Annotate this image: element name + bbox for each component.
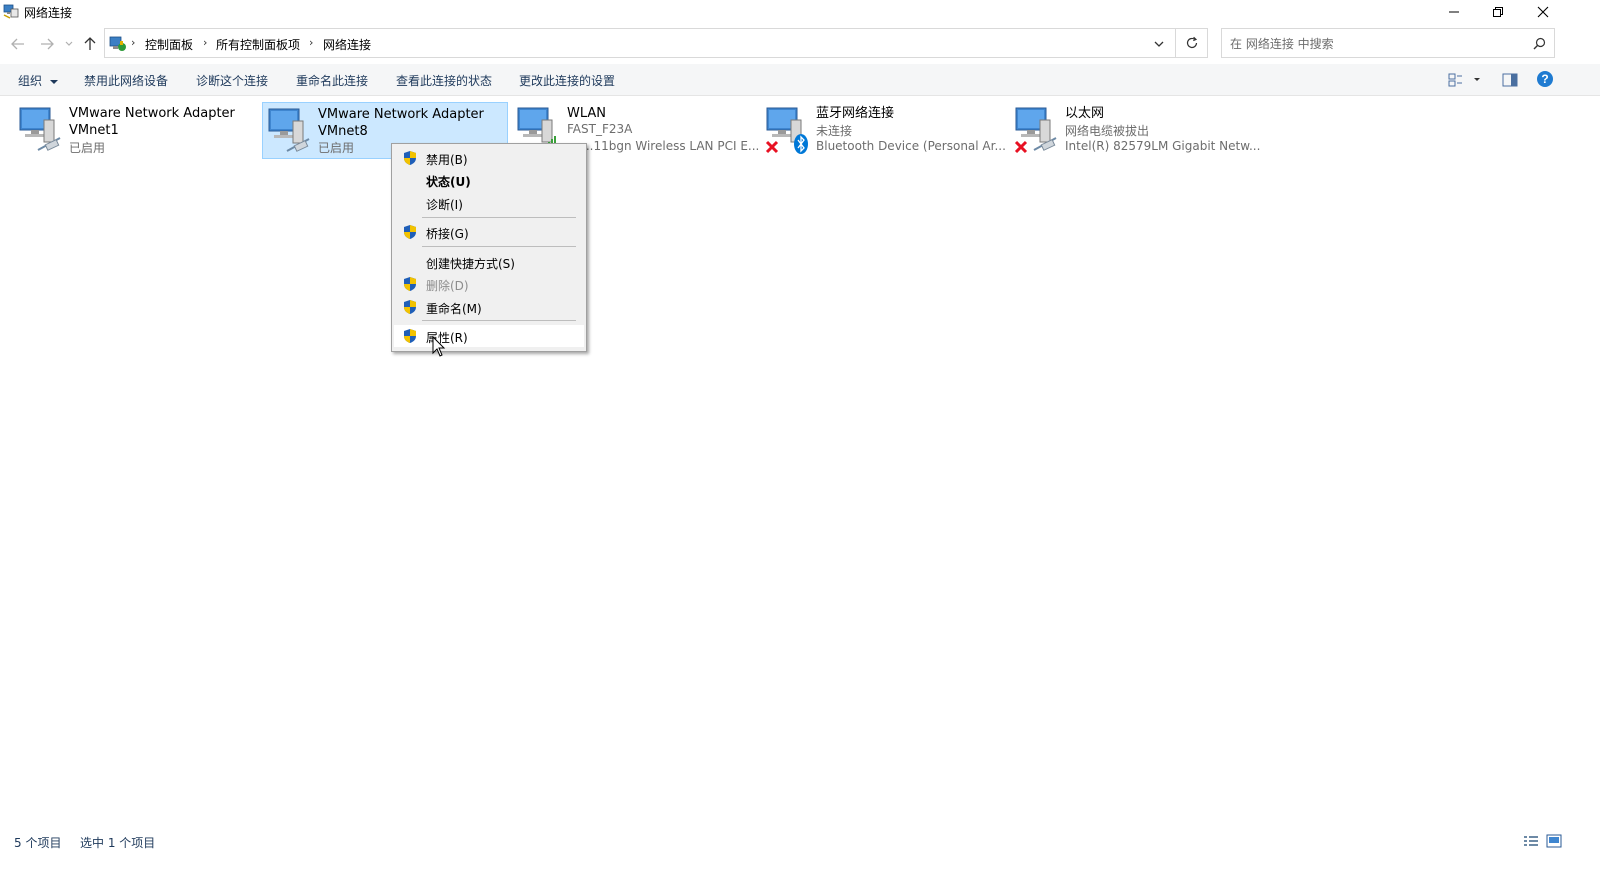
uac-shield-icon (404, 329, 416, 343)
breadcrumb-network-connections[interactable]: 网络连接 (323, 36, 371, 53)
menu-separator (422, 320, 576, 321)
network-adapter-icon (19, 107, 61, 151)
ethernet-adapter-icon (1014, 107, 1057, 154)
menu-item-label: 创建快捷方式(S) (426, 257, 515, 271)
mouse-cursor-icon (432, 336, 446, 357)
connection-name: VMware Network Adapter VMnet1 (69, 106, 235, 138)
address-bar[interactable]: › 控制面板 › 所有控制面板项 › 网络连接 (104, 28, 1208, 58)
breadcrumb-separator: › (203, 36, 208, 49)
refresh-icon (1186, 36, 1197, 49)
change-view-button[interactable] (1446, 70, 1486, 90)
view-options-icon (1448, 73, 1480, 87)
organize-menu-button[interactable]: 组织 (18, 72, 58, 89)
menu-item-rename[interactable]: 重命名(M) (394, 296, 584, 318)
status-bar: 5 个项目 选中 1 个项目 (0, 830, 1600, 852)
connection-device: Intel(R) 82579LM Gigabit Netw... (1065, 139, 1261, 153)
menu-item-delete: 删除(D) (394, 273, 584, 295)
connection-item-bluetooth[interactable]: 蓝牙网络连接 未连接 Bluetooth Device (Personal Ar… (761, 102, 1007, 159)
up-arrow-icon (84, 37, 96, 50)
rename-connection-button[interactable]: 重命名此连接 (296, 72, 368, 89)
uac-shield-icon (404, 225, 416, 239)
forward-button[interactable] (37, 34, 57, 54)
preview-pane-icon (1502, 73, 1518, 87)
connection-name: WLAN (567, 106, 607, 121)
menu-item-properties[interactable]: 属性(R) (394, 325, 584, 347)
menu-separator (422, 246, 576, 247)
help-button[interactable]: ? (1536, 70, 1556, 90)
menu-separator (422, 217, 576, 218)
menu-item-label: 桥接(G) (426, 227, 469, 241)
diagnose-connection-button[interactable]: 诊断这个连接 (196, 72, 268, 89)
organize-label: 组织 (18, 74, 43, 88)
change-settings-button[interactable]: 更改此连接的设置 (519, 72, 615, 89)
connection-status: 已启用 (318, 141, 355, 155)
menu-item-label: 状态(U) (426, 175, 471, 189)
up-button[interactable] (80, 34, 100, 54)
minimize-button[interactable] (1432, 0, 1476, 24)
refresh-button[interactable] (1175, 29, 1207, 57)
minimize-icon (1449, 11, 1459, 13)
dropdown-arrow-icon (49, 79, 58, 84)
address-history-icon[interactable] (1151, 36, 1167, 52)
breadcrumb-separator: › (131, 36, 136, 49)
menu-item-label: 禁用(B) (426, 153, 468, 167)
window-title: 网络连接 (24, 6, 73, 20)
context-menu: 禁用(B) 状态(U) 诊断(I) 桥接(G) 创建快捷方式(S) 删除(D) … (391, 143, 587, 352)
menu-item-create-shortcut[interactable]: 创建快捷方式(S) (394, 251, 584, 273)
connection-device: Bluetooth Device (Personal Ar... (816, 139, 1006, 153)
title-bar: 网络连接 (0, 0, 1600, 24)
back-arrow-icon (11, 38, 24, 50)
connection-name: 蓝牙网络连接 (816, 106, 895, 121)
connection-name: 以太网 (1065, 106, 1105, 121)
help-icon: ? (1537, 71, 1553, 87)
menu-item-diagnose[interactable]: 诊断(I) (394, 192, 584, 214)
search-icon[interactable] (1533, 37, 1546, 50)
menu-item-label: 诊断(I) (426, 198, 463, 212)
svg-text:?: ? (1541, 72, 1548, 86)
close-button[interactable] (1521, 0, 1565, 24)
connection-status: 已启用 (69, 141, 106, 155)
uac-shield-icon (404, 277, 416, 291)
menu-item-status[interactable]: 状态(U) (394, 169, 584, 191)
large-icons-view-icon[interactable] (1546, 834, 1562, 848)
control-panel-icon (109, 36, 126, 51)
close-icon (1537, 6, 1549, 18)
menu-item-bridge[interactable]: 桥接(G) (394, 221, 584, 243)
back-button[interactable] (8, 34, 28, 54)
breadcrumb-all-items[interactable]: 所有控制面板项 (216, 36, 300, 53)
preview-pane-button[interactable] (1500, 70, 1520, 90)
chevron-down-icon (65, 41, 73, 46)
details-view-icon[interactable] (1523, 834, 1539, 848)
view-status-button[interactable]: 查看此连接的状态 (396, 72, 492, 89)
menu-item-label: 重命名(M) (426, 302, 482, 316)
uac-shield-icon (404, 151, 416, 165)
search-input[interactable] (1230, 35, 1520, 53)
breadcrumb-control-panel[interactable]: 控制面板 (145, 36, 193, 53)
uac-shield-icon (404, 300, 416, 314)
connection-device: ...11bgn Wireless LAN PCI E... (582, 139, 760, 153)
command-bar: 组织 禁用此网络设备 诊断这个连接 重命名此连接 查看此连接的状态 更改此连接的… (0, 64, 1600, 96)
menu-item-disable[interactable]: 禁用(B) (394, 147, 584, 169)
network-adapter-icon (268, 108, 310, 152)
menu-item-label: 删除(D) (426, 279, 469, 293)
connection-status: FAST_F23A (567, 122, 633, 136)
connection-item-vmnet1[interactable]: VMware Network Adapter VMnet1 已启用 (14, 102, 260, 159)
connection-status: 网络电缆被拔出 (1065, 124, 1150, 138)
selected-count: 选中 1 个项目 (80, 836, 156, 850)
restore-button[interactable] (1476, 0, 1520, 24)
network-connections-icon (3, 4, 19, 19)
forward-arrow-icon (41, 38, 54, 50)
navigation-bar: › 控制面板 › 所有控制面板项 › 网络连接 (0, 28, 1600, 60)
restore-icon (1493, 7, 1503, 17)
bluetooth-adapter-icon (765, 107, 808, 154)
item-count: 5 个项目 (14, 836, 62, 850)
search-box[interactable] (1221, 28, 1555, 58)
connection-status: 未连接 (816, 124, 853, 138)
connection-item-ethernet[interactable]: 以太网 网络电缆被拔出 Intel(R) 82579LM Gigabit Net… (1010, 102, 1260, 159)
breadcrumb-separator: › (309, 36, 314, 49)
recent-locations-button[interactable] (62, 34, 76, 54)
connection-name: VMware Network Adapter VMnet8 (318, 107, 484, 139)
disable-device-button[interactable]: 禁用此网络设备 (84, 72, 168, 89)
